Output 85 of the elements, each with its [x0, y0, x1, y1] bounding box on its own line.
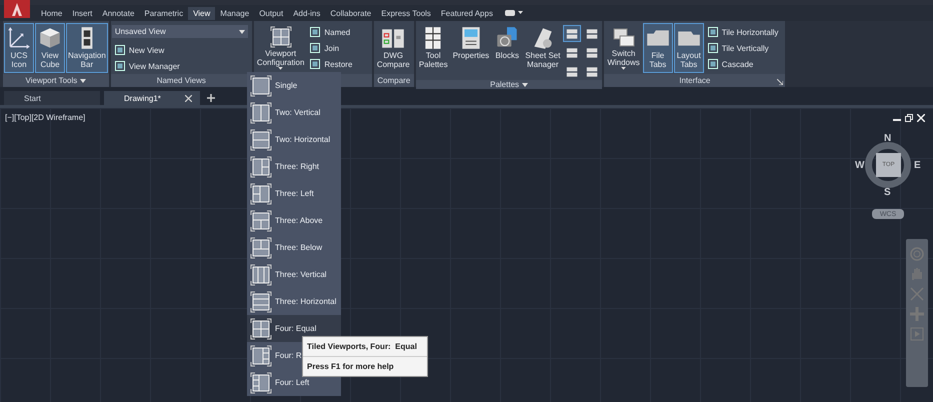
menu-item[interactable]: Three: Left	[247, 180, 341, 207]
ribbon-button[interactable]: Navigation Bar	[66, 23, 108, 73]
tool-glyph-icon	[585, 26, 600, 40]
panel-title: Viewport Tools	[26, 76, 78, 85]
ribbon-list-button[interactable]: New View	[112, 43, 248, 57]
viewport-grid-icon	[268, 25, 294, 49]
panel-title: Interface	[679, 76, 710, 85]
file-tab[interactable]: Start	[4, 91, 100, 105]
menu-item[interactable]: Three: Horizontal	[247, 288, 341, 315]
ribbon-tab[interactable]: Manage	[215, 6, 254, 20]
panel-title: Palettes	[490, 80, 520, 89]
caret-icon[interactable]	[522, 82, 528, 86]
tool-glyph-icon	[565, 46, 580, 60]
file-tab[interactable]: Drawing1*	[104, 91, 200, 105]
viewport-layout-icon	[249, 290, 273, 314]
ribbon-tab[interactable]: Express Tools	[376, 6, 436, 20]
tool-glyph-icon	[585, 64, 600, 78]
menu-item[interactable]: Four: Equal	[247, 315, 341, 342]
video-icon[interactable]	[504, 9, 516, 17]
viewport-layout-icon	[249, 128, 273, 152]
viewport-label[interactable]: [−][Top][2D Wireframe]	[5, 113, 86, 122]
ribbon-list-button[interactable]: Cascade	[704, 57, 780, 71]
tool-glyph-icon	[585, 46, 600, 60]
caret-icon[interactable]	[518, 11, 523, 15]
ribbon-button[interactable]: Properties	[450, 23, 492, 73]
tool-glyph-icon	[565, 64, 580, 78]
ribbon-tab[interactable]: Annotate	[97, 6, 140, 20]
ribbon-button[interactable]: Sheet Set Manager	[523, 23, 562, 73]
caret-icon	[238, 30, 245, 34]
viewport-layout-icon	[249, 154, 273, 178]
tool-glyph-icon	[565, 26, 580, 40]
viewport-layout-icon	[249, 100, 273, 124]
compass-south[interactable]: S	[884, 187, 891, 198]
ribbon-button[interactable]: Viewport Configuration	[254, 23, 306, 73]
menu-item[interactable]: Single	[247, 72, 341, 99]
launcher-icon[interactable]	[777, 79, 784, 85]
ribbon-tab[interactable]: View	[188, 6, 216, 20]
ribbon-list-button[interactable]: Tile Vertically	[704, 41, 780, 55]
ribbon-button[interactable]: Tool Palettes	[416, 23, 450, 73]
ribbon-button[interactable]: File Tabs	[642, 23, 673, 73]
view-dropdown[interactable]: Unsaved View	[112, 25, 248, 38]
ribbon-button[interactable]: Blocks	[492, 23, 522, 73]
ribbon-tab[interactable]: Add-ins	[288, 6, 326, 20]
viewport-layout-icon	[249, 344, 273, 368]
add-icon[interactable]	[207, 94, 215, 102]
menu-item[interactable]: Two: Vertical	[247, 99, 341, 126]
close-icon[interactable]	[185, 94, 192, 102]
menu-item[interactable]: Three: Below	[247, 234, 341, 261]
ribbon-button[interactable]: Layout Tabs	[674, 23, 704, 73]
ribbon-tab[interactable]: Collaborate	[325, 6, 376, 20]
ribbon-button[interactable]: UCS Icon	[4, 23, 34, 73]
ribbon-button[interactable]: Switch Windows	[605, 23, 642, 73]
tooltip-title: Tiled Viewports, Four: Equal	[303, 337, 427, 357]
menu-item[interactable]: Three: Vertical	[247, 261, 341, 288]
viewport-layout-icon	[249, 370, 273, 394]
ribbon-button[interactable]: View Cube	[35, 23, 65, 73]
viewport-layout-icon	[249, 208, 273, 232]
axes-icon	[6, 25, 32, 51]
viewport-layout-icon	[249, 74, 273, 98]
ribbon-button[interactable]: DWG Compare	[374, 23, 412, 73]
ribbon-tab[interactable]: Insert	[67, 6, 98, 20]
compass-west[interactable]: W	[855, 160, 864, 171]
ribbon-tab[interactable]: Parametric	[139, 6, 188, 20]
compass-north[interactable]: N	[884, 133, 892, 144]
menu-item[interactable]: Three: Right	[247, 153, 341, 180]
viewport-layout-icon	[249, 262, 273, 286]
panel-title: Compare	[377, 76, 410, 85]
restore-icon[interactable]	[905, 114, 913, 122]
ribbon-list-button[interactable]: Join	[307, 41, 354, 55]
viewport-layout-icon	[249, 316, 273, 340]
ribbon-tab[interactable]: Output	[254, 6, 288, 20]
menu-item[interactable]: Three: Above	[247, 207, 341, 234]
ribbon-tab[interactable]: Home	[36, 6, 68, 20]
viewport-layout-icon	[249, 182, 273, 206]
ribbon-list-button[interactable]: Named	[307, 25, 354, 39]
caret-icon[interactable]	[80, 78, 86, 82]
ribbon-tab[interactable]: Featured Apps	[436, 6, 498, 20]
compass-east[interactable]: E	[914, 160, 921, 171]
dropdown-value: Unsaved View	[114, 27, 166, 36]
viewport-layout-icon	[249, 236, 273, 260]
menu-item[interactable]: Two: Horizontal	[247, 126, 341, 153]
ribbon-list-button[interactable]: Tile Horizontally	[704, 25, 780, 39]
ribbon-list-button[interactable]: View Manager	[112, 59, 248, 73]
ribbon-list-button[interactable]: Restore	[307, 57, 354, 71]
panel-title: Named Views	[156, 76, 206, 85]
